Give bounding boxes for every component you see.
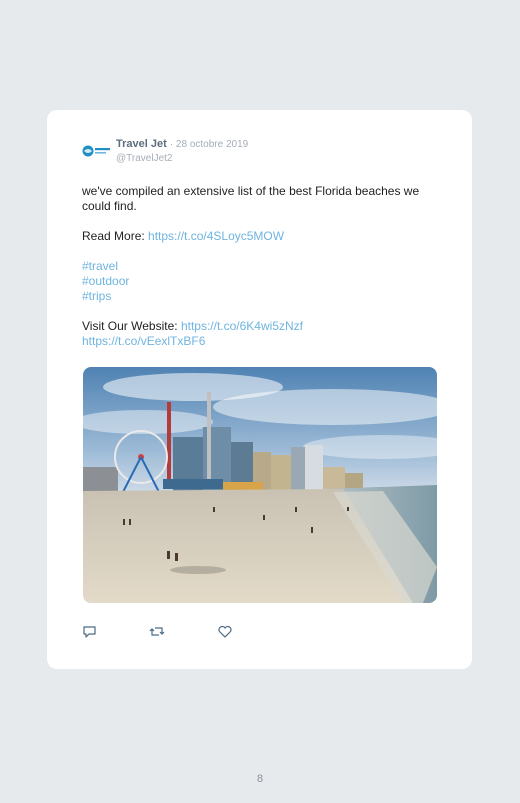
author-handle[interactable]: @TravelJet2 (116, 152, 248, 166)
website-link[interactable]: https://t.co/6K4wi5zNzf (181, 319, 303, 333)
tweet-body: we've compiled an extensive list of the … (82, 184, 442, 349)
travel-jet-logo-icon[interactable] (82, 144, 111, 158)
hashtag-travel[interactable]: #travel (82, 259, 442, 274)
retweet-icon[interactable] (149, 624, 165, 640)
read-more-line: Read More: https://t.co/4SLoyc5MOW (82, 229, 442, 244)
page-number: 8 (256, 773, 264, 785)
tweet-header: Travel Jet · 28 octobre 2019 @TravelJet2 (82, 137, 442, 167)
author-meta: Travel Jet · 28 octobre 2019 @TravelJet2 (116, 137, 248, 166)
tweet-actions (82, 624, 282, 640)
beach-photo[interactable] (83, 367, 437, 603)
website-label: Visit Our Website: (82, 319, 181, 333)
website-line: Visit Our Website: https://t.co/6K4wi5zN… (82, 319, 442, 334)
tweet-card: Travel Jet · 28 octobre 2019 @TravelJet2… (47, 110, 472, 669)
read-more-label: Read More: (82, 229, 149, 243)
extra-link[interactable]: https://t.co/vEexlTxBF6 (82, 334, 442, 349)
tweet-date[interactable]: · 28 octobre 2019 (170, 139, 248, 150)
hashtag-outdoor[interactable]: #outdoor (82, 274, 442, 289)
read-more-link[interactable]: https://t.co/4SLoyc5MOW (148, 229, 284, 243)
hashtag-trips[interactable]: #trips (82, 289, 442, 304)
tweet-intro: we've compiled an extensive list of the … (82, 184, 420, 213)
like-icon[interactable] (217, 624, 233, 640)
reply-icon[interactable] (82, 624, 98, 640)
author-name[interactable]: Travel Jet (116, 138, 167, 150)
